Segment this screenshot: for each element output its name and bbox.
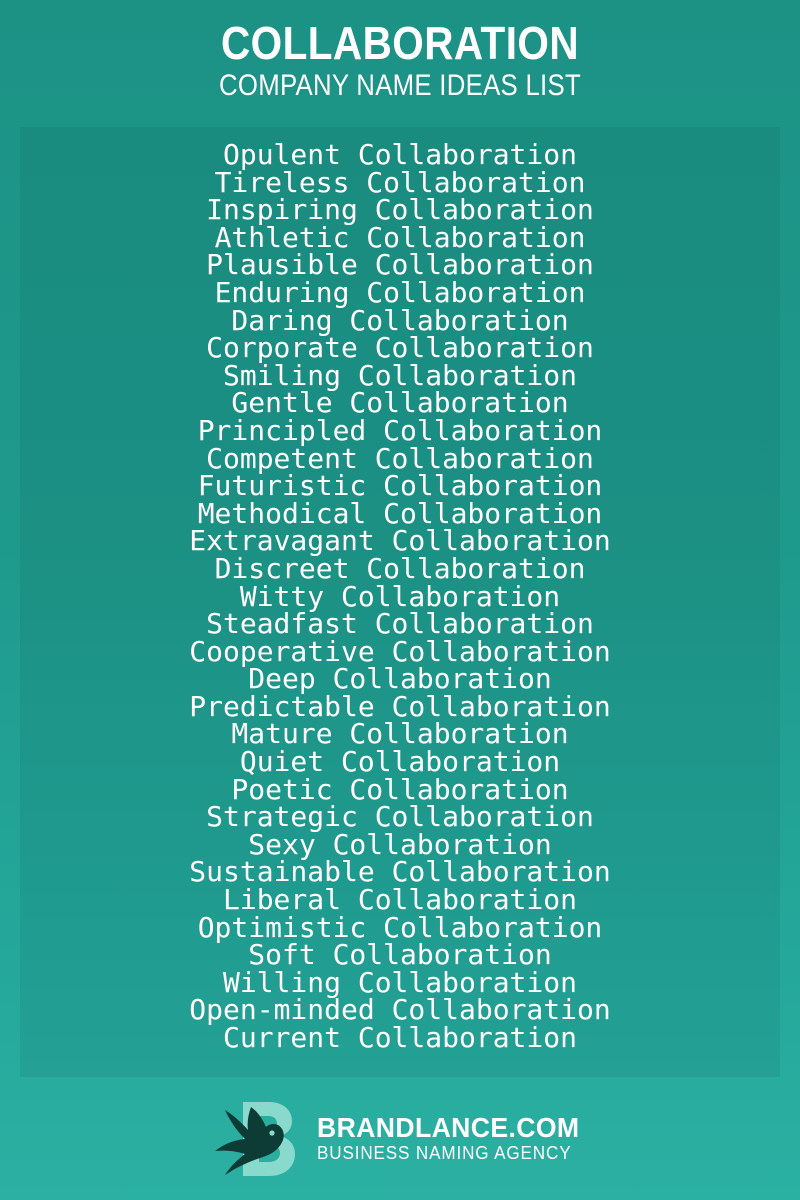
- list-item: Current Collaboration: [222, 1021, 577, 1054]
- list-item: Soft Collaboration: [248, 938, 552, 972]
- list-item: Mature Collaboration: [231, 717, 569, 751]
- poster-header: COLLABORATION COMPANY NAME IDEAS LIST: [0, 0, 800, 127]
- list-item: Daring Collaboration: [231, 303, 569, 337]
- name-ideas-card: Opulent Collaboration Tireless Collaborat…: [20, 127, 780, 1077]
- list-item: Optimistic Collaboration: [197, 910, 603, 944]
- brand-tagline: BUSINESS NAMING AGENCY: [316, 1143, 572, 1163]
- list-item: Athletic Collaboration: [214, 220, 586, 254]
- list-item: Gentle Collaboration: [231, 386, 569, 420]
- list-item: Competent Collaboration: [206, 441, 594, 475]
- page-subtitle: COMPANY NAME IDEAS LIST: [219, 69, 581, 102]
- list-item: Methodical Collaboration: [197, 496, 603, 530]
- brand-text-block: BRANDLANCE.COM BUSINESS NAMING AGENCY: [317, 1113, 593, 1164]
- poster-footer: BRANDLANCE.COM BUSINESS NAMING AGENCY: [0, 1077, 800, 1200]
- list-item: Sustainable Collaboration: [189, 855, 611, 889]
- list-item: Strategic Collaboration: [206, 800, 594, 834]
- poster-canvas: COLLABORATION COMPANY NAME IDEAS LIST Op…: [0, 0, 800, 1200]
- list-item: Deep Collaboration: [248, 662, 552, 696]
- list-item: Smiling Collaboration: [222, 358, 577, 392]
- list-item: Futuristic Collaboration: [197, 469, 603, 503]
- list-item: Inspiring Collaboration: [206, 193, 594, 227]
- list-item: Quiet Collaboration: [239, 745, 561, 779]
- list-item: Plausible Collaboration: [206, 248, 594, 282]
- brand-name: BRANDLANCE.COM: [316, 1112, 580, 1143]
- list-item: Predictable Collaboration: [189, 689, 611, 723]
- list-item: Poetic Collaboration: [231, 772, 569, 806]
- list-item: Corporate Collaboration: [206, 331, 594, 365]
- page-title: COLLABORATION: [220, 17, 579, 69]
- list-item: Cooperative Collaboration: [189, 634, 611, 668]
- list-item: Steadfast Collaboration: [206, 607, 594, 641]
- list-item: Enduring Collaboration: [214, 275, 586, 309]
- list-item: Willing Collaboration: [222, 965, 577, 999]
- list-item: Liberal Collaboration: [222, 883, 577, 917]
- list-item: Discreet Collaboration: [214, 551, 586, 585]
- list-item: Tireless Collaboration: [214, 165, 586, 199]
- bird-b-logo-icon: [214, 1101, 295, 1176]
- list-item: Principled Collaboration: [197, 413, 603, 447]
- name-ideas-list: Opulent Collaboration Tireless Collaborat…: [20, 127, 780, 1052]
- list-item: Extravagant Collaboration: [189, 524, 611, 558]
- list-item: Sexy Collaboration: [248, 827, 552, 861]
- list-item: Opulent Collaboration: [222, 138, 577, 171]
- brand-lockup[interactable]: BRANDLANCE.COM BUSINESS NAMING AGENCY: [207, 1096, 593, 1182]
- list-item: Open-minded Collaboration: [189, 993, 611, 1027]
- list-item: Witty Collaboration: [239, 579, 561, 613]
